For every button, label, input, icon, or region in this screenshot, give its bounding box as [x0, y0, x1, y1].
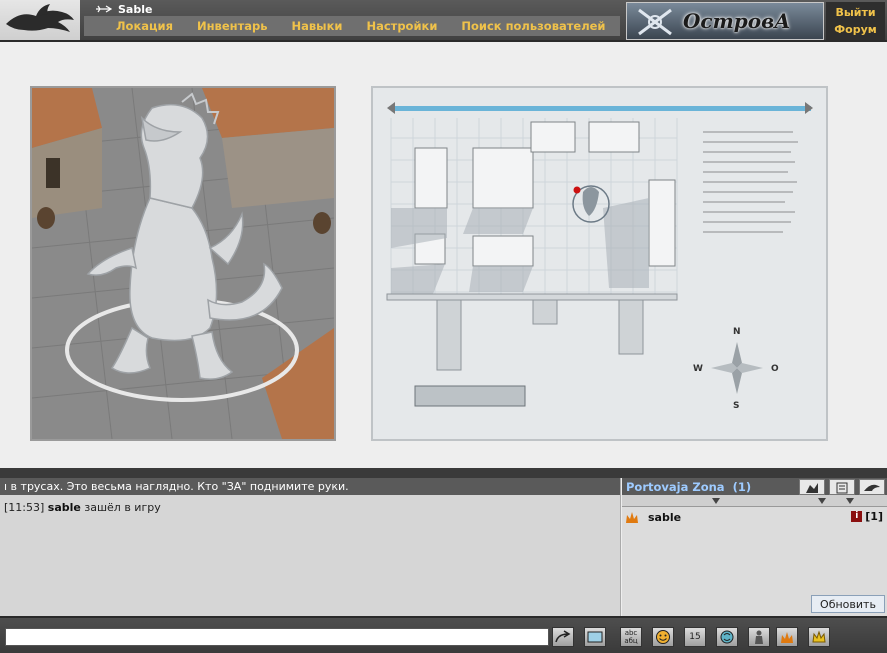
sort-arrow-icon[interactable]	[846, 498, 854, 504]
wing-icon	[864, 484, 880, 491]
bottom-toolbar: abc абц 15	[0, 616, 887, 653]
list-icon	[836, 482, 848, 494]
menu-item-inventory[interactable]: Инвентарь	[197, 19, 268, 33]
chat-message-user[interactable]: sable	[48, 501, 81, 514]
sort-bar	[622, 495, 887, 507]
zone-count: (1)	[732, 479, 752, 494]
game-window: Sable Локация Инвентарь Навыки Настройки…	[0, 0, 887, 653]
brain-icon	[720, 630, 734, 644]
menu-item-location[interactable]: Локация	[116, 19, 173, 33]
user-info: i [1]	[851, 510, 883, 523]
user-level: [1]	[865, 510, 883, 523]
zone-name: Portovaja Zona (1)	[626, 480, 751, 494]
translit-button[interactable]: abc абц	[620, 627, 642, 647]
timer-label: 15	[689, 632, 701, 642]
panel-divider[interactable]	[0, 468, 887, 478]
sort-by-name-button[interactable]	[829, 479, 855, 495]
menu-item-user-search[interactable]: Поиск пользователей	[461, 19, 605, 33]
chat-panel: ı в трусах. Это весьма наглядно. Кто "ЗА…	[0, 478, 621, 616]
chat-message: [11:53] sable зашёл в игру	[4, 501, 616, 514]
clear-chat-button[interactable]	[584, 627, 606, 647]
menu-item-skills[interactable]: Навыки	[292, 19, 343, 33]
brand-links: Выйти Форум	[826, 2, 885, 40]
zone-buttons	[799, 479, 885, 495]
compass-north-label: N	[733, 327, 741, 337]
main-menu: Локация Инвентарь Навыки Настройки Поиск…	[84, 16, 620, 36]
location-scene-image[interactable]	[30, 86, 336, 441]
location-map[interactable]: N S W O	[371, 86, 828, 441]
user-name[interactable]: sable	[648, 511, 681, 524]
compass-east-label: O	[771, 364, 779, 374]
chat-log[interactable]: [11:53] sable зашёл в игру	[0, 495, 620, 520]
crown-icon	[812, 630, 826, 643]
compass-south-label: S	[733, 401, 739, 411]
brain-button[interactable]	[716, 627, 738, 647]
crown-fire-icon	[626, 512, 638, 523]
sort-arrow-icon[interactable]	[712, 498, 720, 504]
send-button[interactable]	[552, 627, 574, 647]
person-icon	[755, 630, 763, 644]
timer-button[interactable]: 15	[684, 627, 706, 647]
dragon-logo-icon	[6, 4, 74, 32]
crossed-swords-icon	[638, 8, 672, 36]
zone-title: Portovaja Zona	[626, 479, 725, 494]
crown-button[interactable]	[808, 627, 830, 647]
sort-by-race-button[interactable]	[799, 479, 825, 495]
menu-item-settings[interactable]: Настройки	[366, 19, 437, 33]
character-button[interactable]	[748, 627, 770, 647]
dragon-statue-image	[32, 88, 334, 439]
brand-title: ОстровА	[683, 9, 791, 33]
forum-link[interactable]: Форум	[834, 23, 877, 36]
arrow-icon	[96, 5, 113, 13]
crown-fire-icon	[781, 632, 793, 643]
town-map-image: N S W O	[373, 88, 826, 439]
online-users-panel: Portovaja Zona (1) sable i [1] Обновить	[622, 478, 887, 616]
send-arrow-icon	[555, 630, 571, 643]
username-row: Sable	[96, 2, 152, 16]
screen-icon	[587, 631, 603, 643]
creature-icon	[806, 483, 818, 493]
logout-link[interactable]: Выйти	[835, 6, 875, 19]
users-header: Portovaja Zona (1)	[622, 478, 887, 495]
dragon-logo[interactable]	[0, 0, 80, 40]
user-info-icon[interactable]: i	[851, 511, 863, 522]
player-marker	[573, 186, 581, 194]
brand-banner: ОстровА	[626, 2, 824, 40]
chat-announcement: ı в трусах. Это весьма наглядно. Кто "ЗА…	[0, 478, 620, 495]
compass-west-label: W	[693, 364, 703, 374]
sort-arrow-icon[interactable]	[818, 498, 826, 504]
sort-by-level-button[interactable]	[859, 479, 885, 495]
chat-input[interactable]	[5, 628, 549, 646]
username-label: Sable	[118, 2, 153, 16]
smiley-button[interactable]	[652, 627, 674, 647]
chat-message-text: зашёл в игру	[84, 501, 161, 514]
chat-message-time: [11:53]	[4, 501, 45, 514]
user-list-item[interactable]: sable i [1]	[622, 507, 887, 527]
smiley-icon	[656, 630, 670, 644]
refresh-button[interactable]: Обновить	[811, 595, 885, 613]
top-bar: Sable Локация Инвентарь Навыки Настройки…	[0, 0, 887, 42]
fire-crown-button[interactable]	[776, 627, 798, 647]
